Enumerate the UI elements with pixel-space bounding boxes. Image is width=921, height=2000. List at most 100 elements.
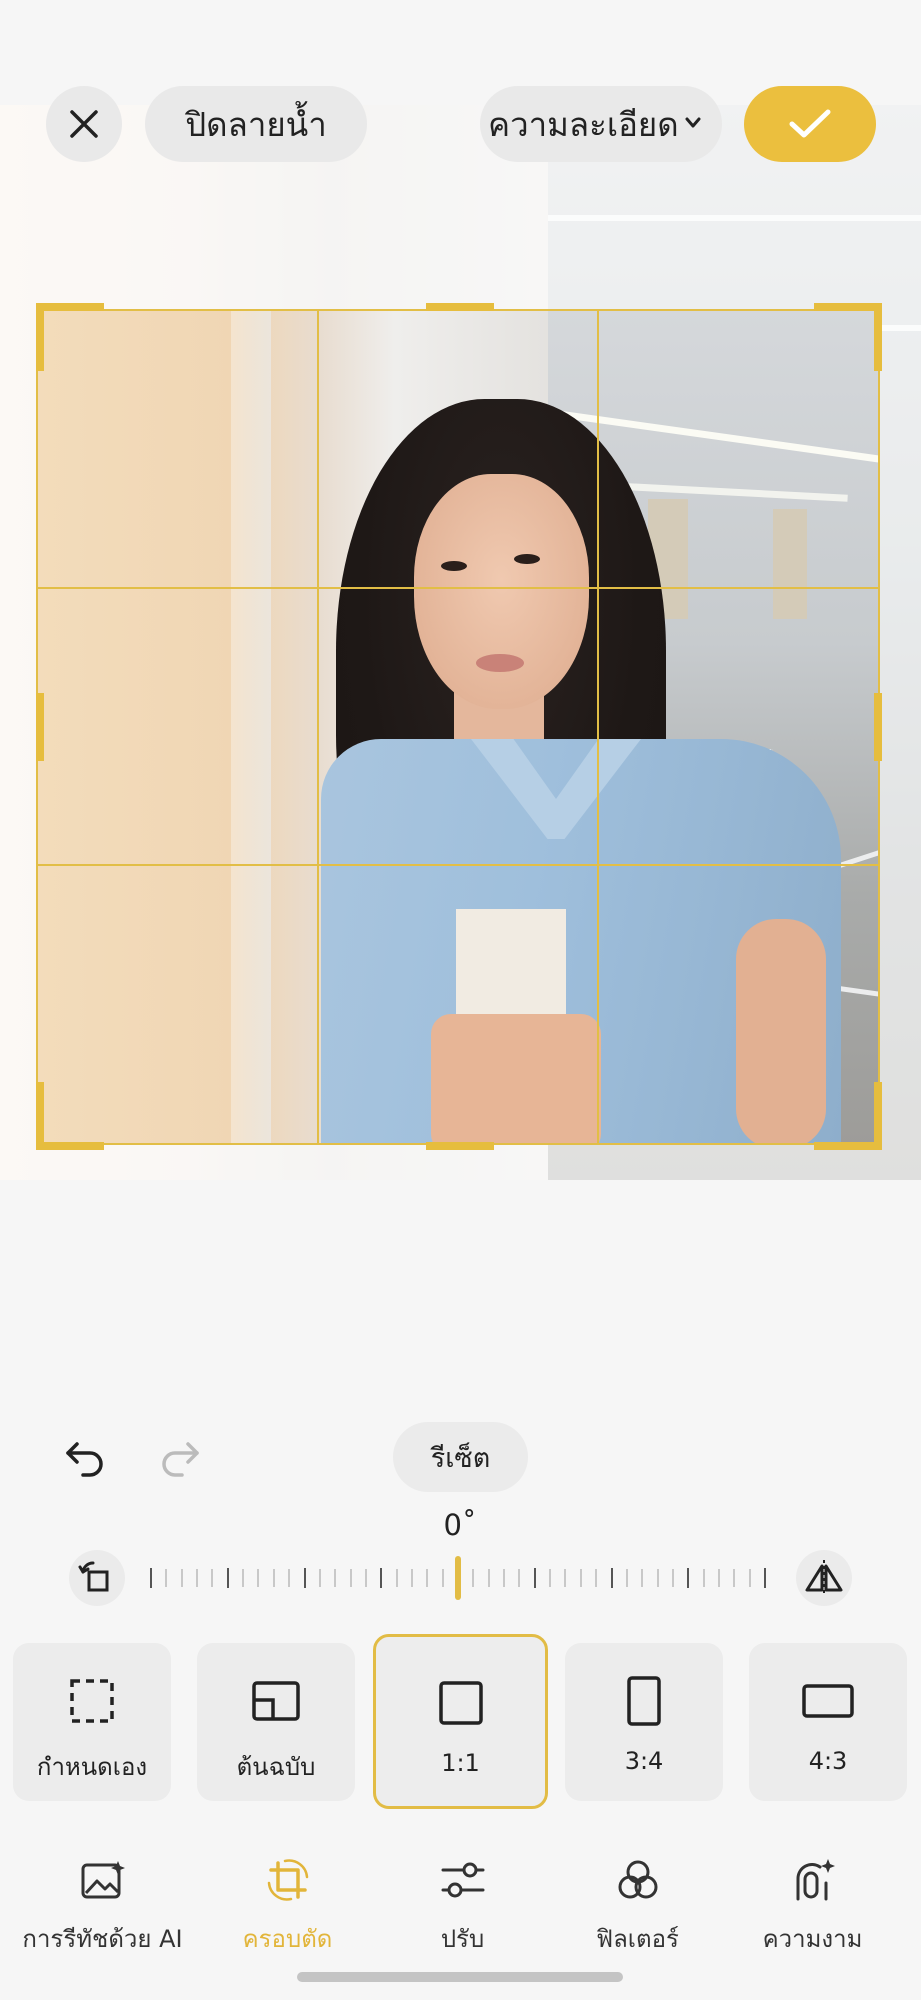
ruler-tick	[595, 1569, 597, 1587]
ruler-tick	[304, 1568, 306, 1588]
nav-adjust[interactable]: ปรับ	[385, 1855, 540, 1958]
nav-label: ความงาม	[762, 1925, 863, 1953]
remove-watermark-label: ปิดลายน้ำ	[185, 104, 327, 144]
remove-watermark-button[interactable]: ปิดลายน้ำ	[145, 86, 367, 162]
square-ratio-icon	[438, 1681, 483, 1725]
ratio-label: 1:1	[441, 1749, 480, 1777]
ruler-tick	[549, 1569, 551, 1587]
redo-button[interactable]	[150, 1430, 210, 1486]
ruler-tick	[564, 1569, 566, 1587]
flip-icon	[805, 1560, 843, 1596]
ruler-tick	[411, 1569, 413, 1587]
quality-dropdown[interactable]: ความละเอียด	[480, 86, 722, 162]
crop-handle-top[interactable]	[426, 303, 494, 311]
ruler-tick	[334, 1569, 336, 1587]
ruler-tick	[257, 1569, 259, 1587]
beauty-icon	[795, 1859, 835, 1901]
chevron-down-icon	[685, 117, 701, 128]
crop-outside-dim	[880, 309, 921, 1145]
crop-handle-top-left[interactable]	[36, 303, 104, 311]
nav-beauty[interactable]: ความงาม	[735, 1855, 890, 1958]
ruler-tick	[488, 1569, 490, 1587]
ruler-tick	[181, 1569, 183, 1587]
ruler-center-marker	[455, 1556, 461, 1600]
crop-handle-bottom-right[interactable]	[874, 1082, 882, 1150]
ruler-tick	[442, 1569, 444, 1587]
reset-label: รีเซ็ต	[430, 1442, 491, 1474]
crop-handle-bottom-left[interactable]	[36, 1082, 44, 1150]
undo-button[interactable]	[55, 1430, 115, 1486]
crop-outside-dim	[0, 1145, 921, 1180]
confirm-button[interactable]	[744, 86, 876, 162]
crop-handle-top-right[interactable]	[874, 303, 882, 371]
check-icon	[789, 109, 831, 138]
close-icon	[70, 110, 98, 138]
rotate-button[interactable]	[69, 1550, 125, 1606]
ratio-label: กำหนดเอง	[36, 1753, 148, 1781]
ruler-tick	[350, 1569, 352, 1587]
flip-button[interactable]	[796, 1550, 852, 1606]
ratio-4-3[interactable]: 4:3	[749, 1643, 907, 1801]
ruler-tick	[150, 1568, 152, 1588]
nav-label: ครอบตัด	[242, 1925, 333, 1953]
crop-handle-right[interactable]	[874, 693, 882, 761]
crop-frame[interactable]	[36, 309, 880, 1145]
crop-handle-bottom[interactable]	[426, 1142, 494, 1150]
crop-handle-top-right[interactable]	[814, 303, 882, 311]
ruler-tick	[749, 1569, 751, 1587]
ruler-tick	[288, 1569, 290, 1587]
ruler-tick	[196, 1569, 198, 1587]
crop-handle-bottom-right[interactable]	[814, 1142, 882, 1150]
ratio-original[interactable]: ต้นฉบับ	[197, 1643, 355, 1801]
redo-icon	[162, 1442, 199, 1477]
crop-outside-dim	[0, 309, 36, 1145]
ruler-tick	[380, 1568, 382, 1588]
ruler-tick	[365, 1569, 367, 1587]
ratio-freeform[interactable]: กำหนดเอง	[13, 1643, 171, 1801]
ratio-label: 3:4	[624, 1747, 664, 1775]
ratio-label: 4:3	[808, 1747, 848, 1775]
undo-icon	[66, 1442, 103, 1477]
rotation-angle-value: 0˚	[443, 1508, 477, 1542]
reset-button[interactable]: รีเซ็ต	[393, 1422, 528, 1492]
home-indicator	[297, 1972, 623, 1982]
close-button[interactable]	[46, 86, 122, 162]
ruler-tick	[211, 1569, 213, 1587]
crop-handle-left[interactable]	[36, 693, 44, 761]
ruler-tick	[503, 1569, 505, 1587]
nav-label: ปรับ	[440, 1925, 485, 1953]
ruler-tick	[657, 1569, 659, 1587]
nav-crop[interactable]: ครอบตัด	[210, 1855, 365, 1958]
ruler-tick	[319, 1569, 321, 1587]
ratio-3-4[interactable]: 3:4	[565, 1643, 723, 1801]
adjust-sliders-icon	[441, 1862, 484, 1898]
nav-filter[interactable]: ฟิลเตอร์	[560, 1855, 715, 1958]
crop-handle-top-left[interactable]	[36, 303, 44, 371]
ratio-1-1[interactable]: 1:1	[373, 1634, 548, 1809]
ruler-tick	[534, 1568, 536, 1588]
rotation-ruler[interactable]	[150, 1556, 770, 1600]
nav-label: การรีทัชด้วย AI	[22, 1925, 183, 1953]
ruler-tick	[472, 1569, 474, 1587]
ai-retouch-icon	[81, 1861, 125, 1899]
quality-label: ความละเอียด	[488, 104, 679, 144]
ruler-tick	[227, 1568, 229, 1588]
ruler-tick	[165, 1569, 167, 1587]
ruler-tick	[718, 1569, 720, 1587]
ruler-tick	[687, 1568, 689, 1588]
crop-handle-bottom-left[interactable]	[36, 1142, 104, 1150]
crop-grid-line	[38, 864, 878, 866]
ruler-tick	[611, 1568, 613, 1588]
ruler-tick	[518, 1569, 520, 1587]
ruler-tick	[426, 1569, 428, 1587]
crop-grid-line	[38, 587, 878, 589]
ruler-tick	[733, 1569, 735, 1587]
portrait-ratio-icon	[627, 1676, 661, 1726]
ruler-tick	[626, 1569, 628, 1587]
ruler-tick	[672, 1569, 674, 1587]
nav-ai-retouch[interactable]: การรีทัชด้วย AI	[10, 1855, 195, 1958]
ruler-tick	[764, 1568, 766, 1588]
rotate-icon	[78, 1561, 109, 1592]
crop-grid-line	[597, 311, 599, 1143]
freeform-crop-icon	[70, 1679, 114, 1723]
